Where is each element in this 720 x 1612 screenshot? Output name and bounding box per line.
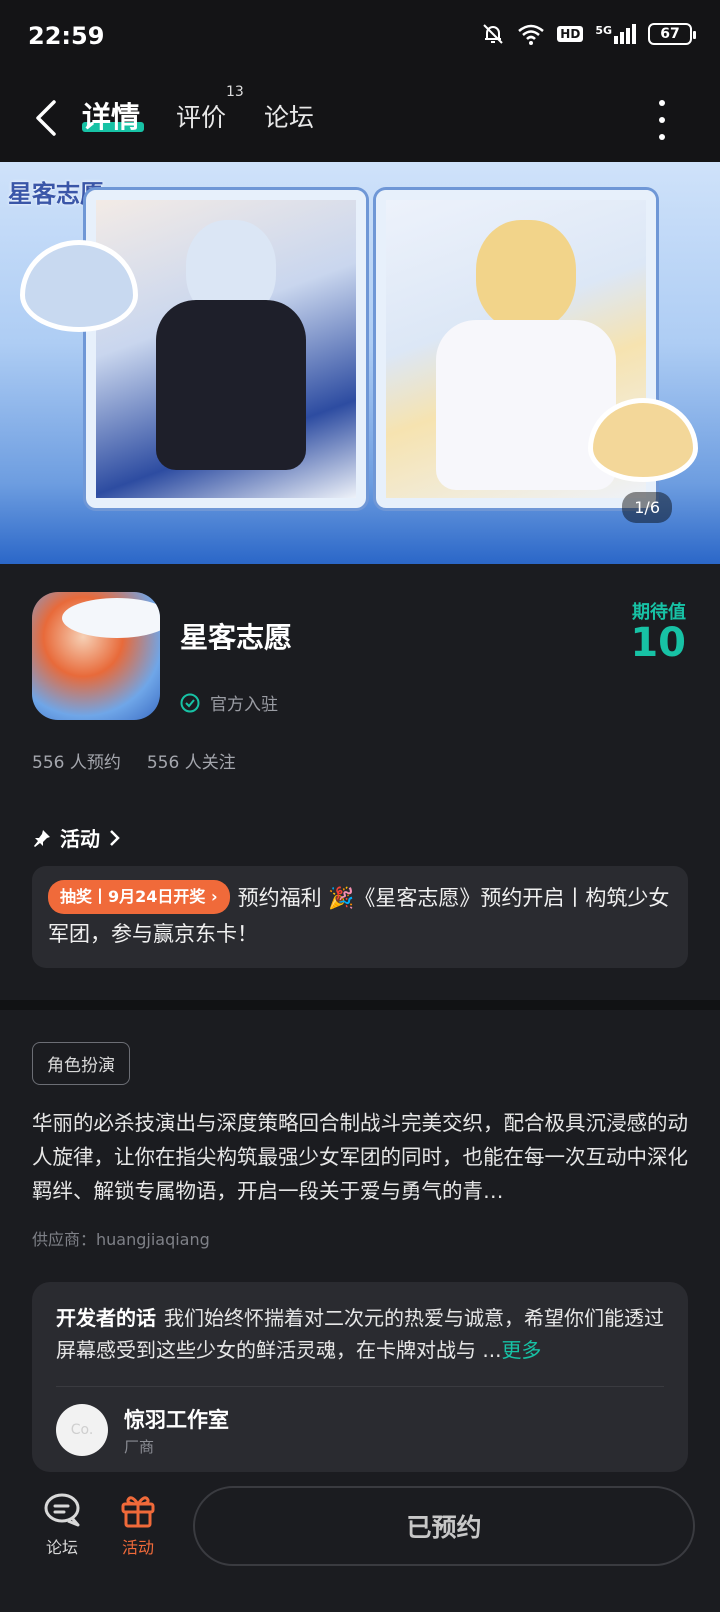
tab-details[interactable]: 详情 — [82, 94, 140, 136]
back-arrow-icon[interactable] — [28, 96, 68, 140]
check-circle-icon — [180, 693, 200, 712]
more-menu-icon[interactable] — [656, 100, 668, 140]
game-description[interactable]: 华丽的必杀技演出与深度策略回合制战斗完美交织，配合极具沉浸感的动人旋律，让你在指… — [32, 1106, 692, 1208]
stats-row: 556 人预约 556 人关注 — [32, 748, 236, 773]
status-icons: HD 5G 67 — [481, 22, 696, 46]
reserved-button[interactable]: 已预约 — [193, 1486, 695, 1566]
supplier-info: 供应商：huangjiaqiang — [32, 1230, 210, 1249]
developer-card: 开发者的话 我们始终怀揣着对二次元的热爱与诚意，希望你们能透过屏幕感受到这些少女的… — [32, 1282, 688, 1472]
activity-title: 活动 — [60, 827, 100, 851]
tab-forum[interactable]: 论坛 — [264, 98, 314, 134]
chevron-right-icon — [110, 829, 120, 846]
battery-icon: 67 — [648, 23, 696, 45]
reservation-count: 556 人预约 — [32, 753, 121, 773]
signal-icon: 5G — [595, 24, 636, 44]
follower-count: 556 人关注 — [146, 753, 236, 773]
developer-note-title: 开发者的话 — [56, 1306, 156, 1330]
official-label: 官方入驻 — [210, 695, 278, 715]
developer-divider — [56, 1386, 664, 1387]
gift-icon — [121, 1496, 155, 1528]
status-bar: 22:59 HD 5G 67 — [0, 0, 720, 76]
banner-page-counter: 1/6 — [622, 492, 672, 523]
studio-avatar[interactable]: Co. — [56, 1404, 108, 1456]
studio-role: 厂商 — [124, 1438, 155, 1456]
banner-character-card-left — [86, 190, 366, 508]
chat-bubble-icon — [44, 1493, 80, 1527]
studio-name[interactable]: 惊羽工作室 — [124, 1404, 229, 1434]
genre-tag[interactable]: 角色扮演 — [32, 1042, 130, 1085]
banner-carousel[interactable]: 星客志愿 1/6 — [0, 162, 720, 564]
network-label: 5G — [595, 24, 612, 37]
app-icon — [32, 592, 160, 720]
expect-value: 10 — [630, 620, 686, 666]
wifi-icon — [518, 24, 545, 45]
more-link[interactable]: 更多 — [501, 1338, 541, 1362]
activity-header[interactable]: 活动 — [32, 823, 122, 852]
official-badge: 官方入驻 — [180, 690, 278, 715]
activity-card[interactable]: 抽奖丨9月24日开奖 › 预约福利 🎉《星客志愿》预约开启丨构筑少女军团，参与赢京… — [32, 866, 688, 968]
bottom-forum-label: 论坛 — [45, 1538, 78, 1557]
heart-portrait-right — [588, 398, 698, 482]
bottom-action-bar: 论坛 活动 已预约 — [0, 1472, 720, 1612]
lottery-tag: 抽奖丨9月24日开奖 › — [48, 880, 230, 914]
reviews-count-badge: 13 — [226, 84, 244, 100]
top-nav: 详情 评价 13 论坛 — [0, 76, 720, 162]
bottom-activity-button[interactable]: 活动 — [108, 1492, 168, 1558]
status-time: 22:59 — [28, 22, 105, 50]
section-divider — [0, 1000, 720, 1010]
app-name: 星客志愿 — [180, 621, 293, 654]
pin-icon — [34, 829, 50, 847]
developer-note: 开发者的话 我们始终怀揣着对二次元的热爱与诚意，希望你们能透过屏幕感受到这些少女的… — [56, 1302, 668, 1366]
tab-reviews[interactable]: 评价 — [176, 98, 226, 134]
bottom-activity-label: 活动 — [121, 1538, 154, 1557]
bell-off-icon — [483, 24, 504, 44]
hd-icon: HD — [557, 26, 584, 42]
bottom-forum-button[interactable]: 论坛 — [32, 1492, 92, 1558]
